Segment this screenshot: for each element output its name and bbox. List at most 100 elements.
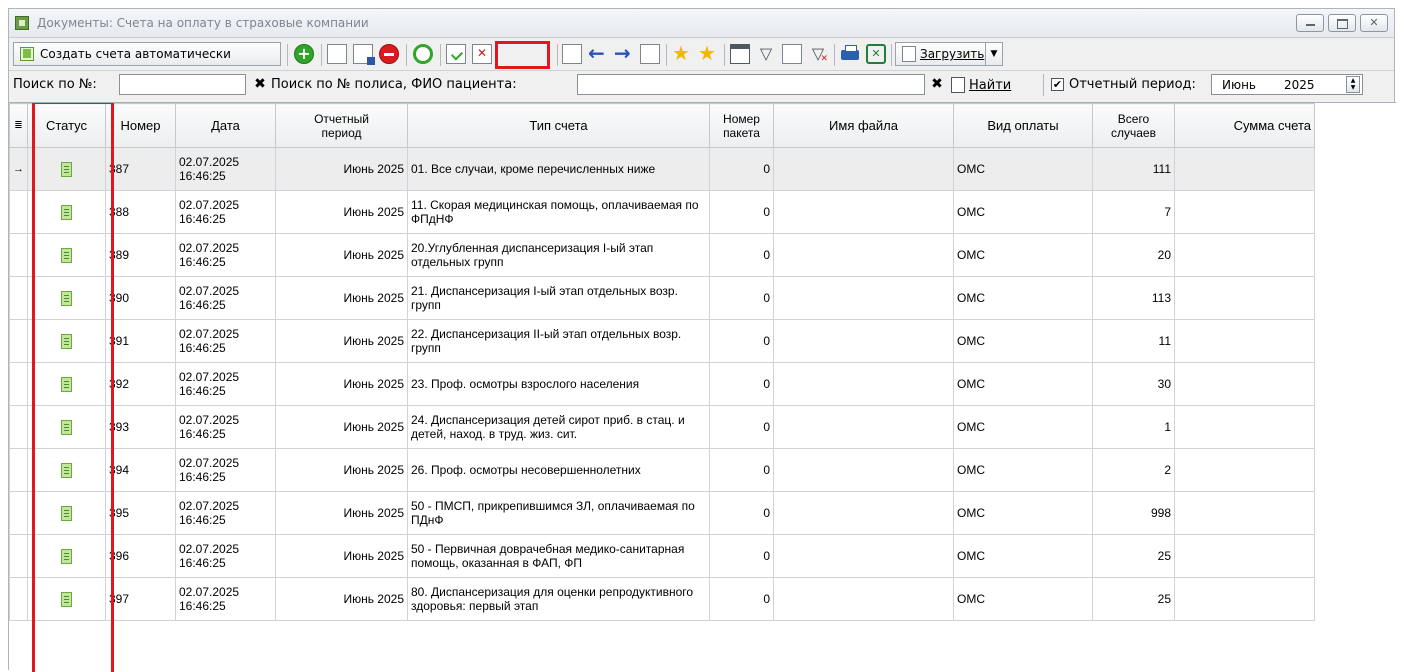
table-row[interactable]: → 387 02.07.2025 16:46:25 Июнь 2025 01. Все …	[9, 147, 1315, 191]
table-row[interactable]: 393 02.07.2025 16:46:25 Июнь 2025 24. Диспа…	[9, 405, 1315, 449]
arrow-right-icon[interactable]: →	[614, 43, 634, 64]
col-date[interactable]: Дата	[175, 103, 276, 148]
cell-package-number[interactable]: 0	[709, 448, 774, 492]
column-chooser-icon[interactable]: ≣	[9, 103, 28, 148]
cell-file-name[interactable]	[773, 405, 954, 449]
cell-total-cases[interactable]: 25	[1092, 577, 1175, 621]
cell-total-cases[interactable]: 998	[1092, 491, 1175, 535]
cell-number[interactable]: 391	[105, 319, 176, 363]
cell-account-type[interactable]: 24. Диспансеризация детей сирот приб. в …	[407, 405, 710, 449]
cell-total-cases[interactable]: 111	[1092, 147, 1175, 191]
cell-file-name[interactable]	[773, 534, 954, 578]
cell-total-cases[interactable]: 7	[1092, 190, 1175, 234]
cell-account-type[interactable]: 21. Диспансеризация I-ый этап отдельных …	[407, 276, 710, 320]
search-policy-input[interactable]	[577, 74, 925, 95]
cell-package-number[interactable]: 0	[709, 147, 774, 191]
reject-document-icon[interactable]: ✕	[472, 44, 492, 64]
maximize-button[interactable]	[1328, 14, 1356, 32]
cell-account-type[interactable]: 11. Скорая медицинская помощь, оплачивае…	[407, 190, 710, 234]
cell-total-cases[interactable]: 1	[1092, 405, 1175, 449]
cell-payment-type[interactable]: ОМС	[953, 190, 1093, 234]
cell-date[interactable]: 02.07.2025 16:46:25	[175, 405, 276, 449]
cell-package-number[interactable]: 0	[709, 577, 774, 621]
cell-payment-type[interactable]: ОМС	[953, 448, 1093, 492]
excel-icon[interactable]: ✕	[866, 44, 886, 64]
calendar-icon[interactable]	[730, 44, 750, 64]
cell-payment-type[interactable]: ОМС	[953, 233, 1093, 277]
cell-report-period[interactable]: Июнь 2025	[275, 405, 408, 449]
filter-icon[interactable]: ▽	[756, 44, 776, 64]
create-accounts-auto-button[interactable]: Создать счета автоматически	[13, 42, 281, 66]
col-package-number[interactable]: Номер пакета	[709, 103, 774, 148]
cell-account-sum[interactable]	[1174, 405, 1315, 449]
cell-package-number[interactable]: 0	[709, 491, 774, 535]
cell-number[interactable]: 397	[105, 577, 176, 621]
table-row[interactable]: 394 02.07.2025 16:46:25 Июнь 2025 26. Проф.…	[9, 448, 1315, 492]
cell-file-name[interactable]	[773, 190, 954, 234]
cell-report-period[interactable]: Июнь 2025	[275, 491, 408, 535]
refresh-icon[interactable]	[413, 44, 433, 64]
cell-date[interactable]: 02.07.2025 16:46:25	[175, 491, 276, 535]
col-report-period[interactable]: Отчетный период	[275, 103, 408, 148]
cell-account-type[interactable]: 01. Все случаи, кроме перечисленных ниже	[407, 147, 710, 191]
cell-report-period[interactable]: Июнь 2025	[275, 319, 408, 363]
load-dropdown-arrow-icon[interactable]: ▼	[985, 43, 1002, 65]
cell-file-name[interactable]	[773, 448, 954, 492]
cell-payment-type[interactable]: ОМС	[953, 147, 1093, 191]
period-spinner[interactable]: ▲ ▼	[1346, 76, 1360, 93]
cell-number[interactable]: 387	[105, 147, 176, 191]
table-row[interactable]: 396 02.07.2025 16:46:25 Июнь 2025 50 - Перв…	[9, 534, 1315, 578]
cell-account-type[interactable]: 23. Проф. осмотры взрослого населения	[407, 362, 710, 406]
cell-payment-type[interactable]: ОМС	[953, 405, 1093, 449]
col-number[interactable]: Номер	[105, 103, 176, 148]
table-row[interactable]: 395 02.07.2025 16:46:25 Июнь 2025 50 - ПМСП…	[9, 491, 1315, 535]
find-button[interactable]: Найти	[951, 75, 1011, 95]
cell-account-type[interactable]: 50 - Первичная доврачебная медико-санита…	[407, 534, 710, 578]
cell-date[interactable]: 02.07.2025 16:46:25	[175, 577, 276, 621]
cell-package-number[interactable]: 0	[709, 362, 774, 406]
col-total-cases[interactable]: Всего случаев	[1092, 103, 1175, 148]
cell-report-period[interactable]: Июнь 2025	[275, 448, 408, 492]
cell-file-name[interactable]	[773, 577, 954, 621]
cell-number[interactable]: 390	[105, 276, 176, 320]
cell-date[interactable]: 02.07.2025 16:46:25	[175, 147, 276, 191]
cell-date[interactable]: 02.07.2025 16:46:25	[175, 448, 276, 492]
cell-report-period[interactable]: Июнь 2025	[275, 147, 408, 191]
cell-file-name[interactable]	[773, 147, 954, 191]
cell-account-sum[interactable]	[1174, 276, 1315, 320]
cell-account-type[interactable]: 26. Проф. осмотры несовершеннолетних	[407, 448, 710, 492]
cell-number[interactable]: 392	[105, 362, 176, 406]
cell-report-period[interactable]: Июнь 2025	[275, 534, 408, 578]
cell-package-number[interactable]: 0	[709, 233, 774, 277]
import-document-icon[interactable]	[640, 44, 660, 64]
table-row[interactable]: 391 02.07.2025 16:46:25 Июнь 2025 22. Диспа…	[9, 319, 1315, 363]
col-account-sum[interactable]: Сумма счета	[1174, 103, 1315, 148]
cell-number[interactable]: 388	[105, 190, 176, 234]
cell-report-period[interactable]: Июнь 2025	[275, 233, 408, 277]
cell-file-name[interactable]	[773, 319, 954, 363]
cell-number[interactable]: 396	[105, 534, 176, 578]
star-add-icon[interactable]: ★	[672, 43, 692, 64]
cell-payment-type[interactable]: ОМС	[953, 491, 1093, 535]
cell-account-sum[interactable]	[1174, 534, 1315, 578]
cell-file-name[interactable]	[773, 276, 954, 320]
cell-account-sum[interactable]	[1174, 190, 1315, 234]
cell-file-name[interactable]	[773, 491, 954, 535]
cell-payment-type[interactable]: ОМС	[953, 276, 1093, 320]
cell-account-sum[interactable]	[1174, 362, 1315, 406]
cell-number[interactable]: 394	[105, 448, 176, 492]
cell-report-period[interactable]: Июнь 2025	[275, 577, 408, 621]
search-number-input[interactable]	[119, 74, 246, 95]
cell-account-type[interactable]: 50 - ПМСП, прикрепившимся ЗЛ, оплачиваем…	[407, 491, 710, 535]
cell-payment-type[interactable]: ОМС	[953, 534, 1093, 578]
cell-payment-type[interactable]: ОМС	[953, 362, 1093, 406]
cell-account-sum[interactable]	[1174, 577, 1315, 621]
print-icon[interactable]	[840, 44, 860, 64]
delete-icon[interactable]	[379, 44, 399, 64]
cell-payment-type[interactable]: ОМС	[953, 319, 1093, 363]
star-icon[interactable]: ★	[698, 43, 718, 64]
copy-document-icon[interactable]	[327, 44, 347, 64]
cell-package-number[interactable]: 0	[709, 405, 774, 449]
clear-policy-icon[interactable]: ✖	[929, 76, 945, 92]
cell-payment-type[interactable]: ОМС	[953, 577, 1093, 621]
